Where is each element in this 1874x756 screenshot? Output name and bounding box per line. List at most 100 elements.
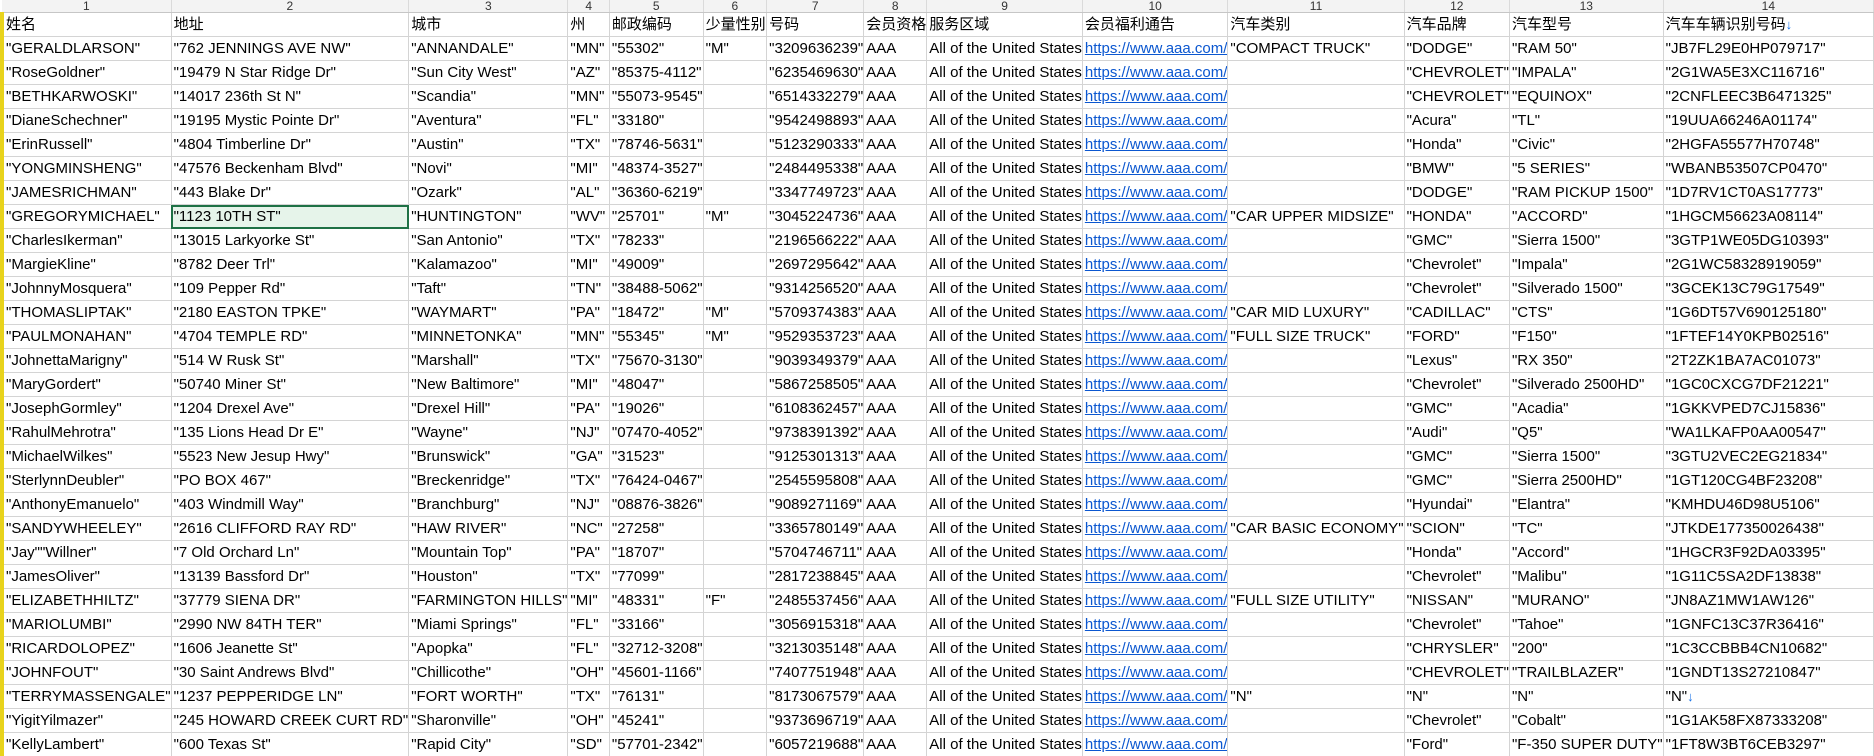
table-cell[interactable]: "FORD": [1404, 324, 1510, 349]
table-cell[interactable]: [703, 420, 768, 445]
link-cell[interactable]: https://www.aaa.com/: [1082, 324, 1229, 349]
link-cell[interactable]: https://www.aaa.com/: [1082, 180, 1229, 205]
table-cell[interactable]: "1GT120CG4BF23208": [1663, 468, 1874, 493]
table-cell[interactable]: [703, 156, 768, 181]
table-cell[interactable]: "MN": [567, 324, 610, 349]
table-cell[interactable]: "27258": [609, 516, 704, 541]
table-cell[interactable]: "Malibu": [1509, 564, 1664, 589]
table-cell[interactable]: AAA: [863, 252, 928, 277]
table-cell[interactable]: [1227, 708, 1405, 733]
table-cell[interactable]: All of the United States: [926, 540, 1083, 565]
table-cell[interactable]: "245 HOWARD CREEK CURT RD": [171, 708, 410, 733]
table-cell[interactable]: All of the United States: [926, 564, 1083, 589]
table-cell[interactable]: "GREGORYMICHAEL": [0, 204, 172, 229]
table-cell[interactable]: "GMC": [1404, 444, 1510, 469]
table-cell[interactable]: "CHRYSLER": [1404, 636, 1510, 661]
table-cell[interactable]: "109 Pepper Rd": [171, 276, 410, 301]
table-cell[interactable]: "6514332279": [766, 84, 865, 109]
table-cell[interactable]: All of the United States: [926, 60, 1083, 85]
table-cell[interactable]: "Chillicothe": [408, 660, 569, 685]
table-cell[interactable]: "MargieKline": [0, 252, 172, 277]
link-cell[interactable]: https://www.aaa.com/: [1082, 684, 1229, 709]
table-cell[interactable]: [1227, 444, 1405, 469]
table-cell[interactable]: [703, 468, 768, 493]
table-cell[interactable]: "2G1WA5E3XC116716": [1663, 60, 1874, 85]
table-cell[interactable]: "55302": [609, 36, 704, 61]
table-cell[interactable]: All of the United States: [926, 588, 1083, 613]
table-cell[interactable]: "CHEVROLET": [1404, 660, 1510, 685]
table-cell[interactable]: "07470-4052": [609, 420, 704, 445]
table-cell[interactable]: "Mountain Top": [408, 540, 569, 565]
table-cell[interactable]: "2990 NW 84TH TER": [171, 612, 410, 637]
table-cell[interactable]: "MN": [567, 84, 610, 109]
table-cell[interactable]: "GA": [567, 444, 610, 469]
table-cell[interactable]: "JohnettaMarigny": [0, 348, 172, 373]
table-cell[interactable]: "1204 Drexel Ave": [171, 396, 410, 421]
table-cell[interactable]: All of the United States: [926, 420, 1083, 445]
table-cell[interactable]: "76424-0467": [609, 468, 704, 493]
link-cell[interactable]: https://www.aaa.com/: [1082, 132, 1229, 157]
table-cell[interactable]: "RICARDOLOPEZ": [0, 636, 172, 661]
header-cell[interactable]: 号码: [766, 12, 865, 37]
table-cell[interactable]: "8173067579": [766, 684, 865, 709]
table-cell[interactable]: "MichaelWilkes": [0, 444, 172, 469]
table-cell[interactable]: AAA: [863, 60, 928, 85]
table-cell[interactable]: "3209636239": [766, 36, 865, 61]
header-cell[interactable]: 会员福利通告: [1082, 12, 1229, 37]
link-cell[interactable]: https://www.aaa.com/: [1082, 444, 1229, 469]
table-cell[interactable]: [1227, 492, 1405, 517]
column-number-cell[interactable]: 3: [408, 0, 569, 13]
table-cell[interactable]: "M": [703, 204, 768, 229]
table-cell[interactable]: "NJ": [567, 492, 610, 517]
header-cell[interactable]: 州: [567, 12, 610, 37]
table-cell[interactable]: AAA: [863, 660, 928, 685]
column-number-cell[interactable]: 5: [609, 0, 704, 13]
table-cell[interactable]: [703, 636, 768, 661]
link-cell[interactable]: https://www.aaa.com/: [1082, 156, 1229, 181]
table-cell[interactable]: All of the United States: [926, 276, 1083, 301]
table-cell[interactable]: "RAM 50": [1509, 36, 1664, 61]
link-cell[interactable]: https://www.aaa.com/: [1082, 492, 1229, 517]
table-cell[interactable]: "514 W Rusk St": [171, 348, 410, 373]
table-cell[interactable]: "ELIZABETHHILTZ": [0, 588, 172, 613]
table-cell[interactable]: "IMPALA": [1509, 60, 1664, 85]
table-cell[interactable]: "YONGMINSHENG": [0, 156, 172, 181]
table-cell[interactable]: AAA: [863, 228, 928, 253]
table-cell[interactable]: "FULL SIZE TRUCK": [1227, 324, 1405, 349]
table-cell[interactable]: "MI": [567, 156, 610, 181]
table-cell[interactable]: "HONDA": [1404, 204, 1510, 229]
column-number-cell[interactable]: 4: [567, 0, 610, 13]
link-cell[interactable]: https://www.aaa.com/: [1082, 588, 1229, 613]
table-cell[interactable]: All of the United States: [926, 636, 1083, 661]
table-cell[interactable]: [703, 516, 768, 541]
header-cell[interactable]: 少量性别: [703, 12, 768, 37]
table-cell[interactable]: "13139 Bassford Dr": [171, 564, 410, 589]
table-cell[interactable]: "37779 SIENA DR": [171, 588, 410, 613]
table-cell[interactable]: All of the United States: [926, 84, 1083, 109]
table-cell[interactable]: All of the United States: [926, 132, 1083, 157]
table-cell[interactable]: "Marshall": [408, 348, 569, 373]
table-cell[interactable]: "Apopka": [408, 636, 569, 661]
table-cell[interactable]: "JohnnyMosquera": [0, 276, 172, 301]
table-cell[interactable]: "Sierra 1500": [1509, 228, 1664, 253]
table-cell[interactable]: "GMC": [1404, 468, 1510, 493]
table-cell[interactable]: "HAW RIVER": [408, 516, 569, 541]
table-cell[interactable]: AAA: [863, 156, 928, 181]
table-cell[interactable]: "TX": [567, 348, 610, 373]
table-cell[interactable]: [703, 180, 768, 205]
table-cell[interactable]: "RX 350": [1509, 348, 1664, 373]
table-cell[interactable]: "1GNDT13S27210847": [1663, 660, 1874, 685]
table-cell[interactable]: All of the United States: [926, 204, 1083, 229]
table-cell[interactable]: AAA: [863, 420, 928, 445]
table-cell[interactable]: "Honda": [1404, 540, 1510, 565]
table-cell[interactable]: "Breckenridge": [408, 468, 569, 493]
table-cell[interactable]: "JamesOliver": [0, 564, 172, 589]
table-cell[interactable]: "FL": [567, 108, 610, 133]
table-cell[interactable]: All of the United States: [926, 324, 1083, 349]
table-cell[interactable]: "EQUINOX": [1509, 84, 1664, 109]
table-cell[interactable]: [1227, 276, 1405, 301]
table-cell[interactable]: "NISSAN": [1404, 588, 1510, 613]
table-cell[interactable]: All of the United States: [926, 516, 1083, 541]
table-cell[interactable]: "PAULMONAHAN": [0, 324, 172, 349]
table-cell[interactable]: AAA: [863, 468, 928, 493]
